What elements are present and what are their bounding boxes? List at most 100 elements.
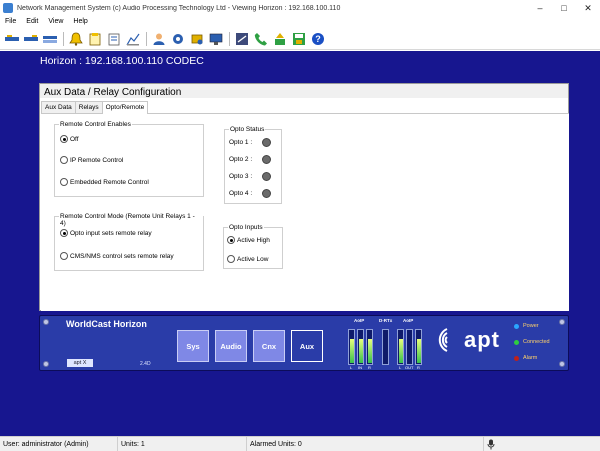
radio-label: Active Low — [237, 255, 269, 263]
chart-icon[interactable] — [124, 30, 141, 47]
radio-label: Opto input sets remote relay — [70, 229, 152, 237]
menu-file[interactable]: File — [0, 18, 21, 25]
connected-indicator: Connected — [514, 339, 550, 345]
aux-relay-panel: Aux Data / Relay Configuration Aux Data … — [39, 83, 569, 311]
status-label: Connected — [523, 339, 550, 345]
radio-ip-remote-control[interactable]: IP Remote Control — [60, 156, 123, 164]
meter-label: L — [399, 365, 402, 370]
opto-label: Opto 4 : — [229, 190, 253, 197]
opto-4-status: Opto 4 : — [229, 189, 271, 198]
radio-opto-input-sets-relay[interactable]: Opto input sets remote relay — [60, 229, 152, 237]
upload-icon[interactable] — [271, 30, 288, 47]
status-units: Units: 1 — [118, 436, 247, 451]
minimize-icon[interactable]: – — [528, 0, 552, 16]
user-icon[interactable] — [150, 30, 167, 47]
radio-label: Embedded Remote Control — [70, 178, 149, 186]
aux-button[interactable]: Aux — [291, 330, 323, 362]
audio-button[interactable]: Audio — [215, 330, 247, 362]
cnx-button[interactable]: Cnx — [253, 330, 285, 362]
screw-icon — [43, 319, 49, 325]
level-meter-right — [366, 329, 373, 365]
radio-button[interactable] — [60, 252, 68, 260]
report-icon[interactable] — [105, 30, 122, 47]
radio-button[interactable] — [60, 178, 68, 186]
svg-text:?: ? — [315, 34, 321, 44]
radio-embedded-remote-control[interactable]: Embedded Remote Control — [60, 178, 149, 186]
radio-label: Off — [70, 135, 79, 143]
transfer-icon[interactable] — [233, 30, 250, 47]
meter-title: AoIP — [403, 318, 414, 323]
device-front-panel: WorldCast Horizon apt X 2.4D Sys Audio C… — [39, 315, 569, 371]
toolbar-separator — [229, 31, 230, 46]
radio-active-low[interactable]: Active Low — [227, 255, 268, 263]
menu-edit[interactable]: Edit — [21, 18, 43, 25]
radio-button[interactable] — [60, 135, 68, 143]
menu-help[interactable]: Help — [68, 18, 92, 25]
radio-button[interactable] — [227, 236, 235, 244]
app-icon — [3, 3, 13, 13]
status-alarmed-units: Alarmed Units: 0 — [247, 436, 484, 451]
radio-button[interactable] — [60, 156, 68, 164]
toolbar-separator — [63, 31, 64, 46]
meter-fill — [368, 339, 372, 363]
log-icon[interactable] — [86, 30, 103, 47]
radio-active-high[interactable]: Active High — [227, 236, 270, 244]
workspace: Horizon : 192.168.100.110 CODEC Aux Data… — [0, 51, 600, 436]
toolbar: ? — [0, 28, 600, 50]
level-meter-right — [415, 329, 422, 365]
codec-view-icon[interactable] — [22, 30, 39, 47]
device-header: Horizon : 192.168.100.110 CODEC — [40, 55, 204, 67]
power-indicator: Power — [514, 323, 539, 329]
close-icon[interactable]: ✕ — [576, 0, 600, 16]
tab-aux-data[interactable]: Aux Data — [41, 101, 76, 113]
radio-off[interactable]: Off — [60, 135, 79, 143]
settings-gear-icon[interactable] — [169, 30, 186, 47]
title-bar: Network Management System (c) Audio Proc… — [0, 0, 600, 16]
maximize-icon[interactable]: □ — [552, 0, 576, 16]
opto-inputs-group: Opto Inputs Active High Active Low — [223, 224, 283, 269]
panel-title: Aux Data / Relay Configuration — [44, 87, 182, 98]
level-meter-center — [357, 329, 364, 365]
alarm-indicator: Alarm — [514, 355, 537, 361]
device-name: WorldCast Horizon — [66, 319, 147, 329]
window-title: Network Management System (c) Audio Proc… — [17, 4, 341, 12]
toolbar-separator — [146, 31, 147, 46]
status-label: Power — [523, 323, 539, 329]
level-meter-left — [397, 329, 404, 365]
connected-led-icon — [514, 339, 519, 345]
save-icon[interactable] — [290, 30, 307, 47]
radio-button[interactable] — [227, 255, 235, 263]
radio-button[interactable] — [60, 229, 68, 237]
status-led-icon — [262, 138, 271, 147]
alarm-led-icon — [514, 355, 519, 361]
tab-opto-remote[interactable]: Opto/Remote — [101, 101, 149, 114]
sys-button[interactable]: Sys — [177, 330, 209, 362]
screw-icon — [559, 361, 565, 367]
monitor-icon[interactable] — [207, 30, 224, 47]
opto-label: Opto 3 : — [229, 173, 253, 180]
menu-bar: File Edit View Help — [0, 16, 600, 27]
opto-1-status: Opto 1 : — [229, 138, 271, 147]
help-icon[interactable]: ? — [309, 30, 326, 47]
menu-view[interactable]: View — [43, 18, 68, 25]
device-list-icon[interactable] — [41, 30, 58, 47]
network-view-icon[interactable] — [3, 30, 20, 47]
meter-label: R — [417, 365, 420, 370]
remote-control-mode-group: Remote Control Mode (Remote Unit Relays … — [54, 213, 204, 271]
opto-2-status: Opto 2 : — [229, 155, 271, 164]
meter-label: OUT — [405, 365, 414, 370]
phone-icon[interactable] — [252, 30, 269, 47]
level-meter — [382, 329, 389, 365]
meter-title: AoIP — [354, 318, 365, 323]
group-legend: Remote Control Mode (Remote Unit Relays … — [59, 213, 203, 227]
status-led-icon — [262, 172, 271, 181]
radio-cms-nms-sets-relay[interactable]: CMS/NMS control sets remote relay — [60, 252, 174, 260]
alarm-bell-icon[interactable] — [67, 30, 84, 47]
tab-relays[interactable]: Relays — [74, 101, 103, 113]
meter-fill — [399, 339, 403, 363]
status-led-icon — [262, 155, 271, 164]
configure-icon[interactable] — [188, 30, 205, 47]
opto-label: Opto 2 : — [229, 156, 253, 163]
group-legend: Opto Inputs — [228, 224, 264, 231]
group-legend: Remote Control Enables — [59, 121, 132, 128]
